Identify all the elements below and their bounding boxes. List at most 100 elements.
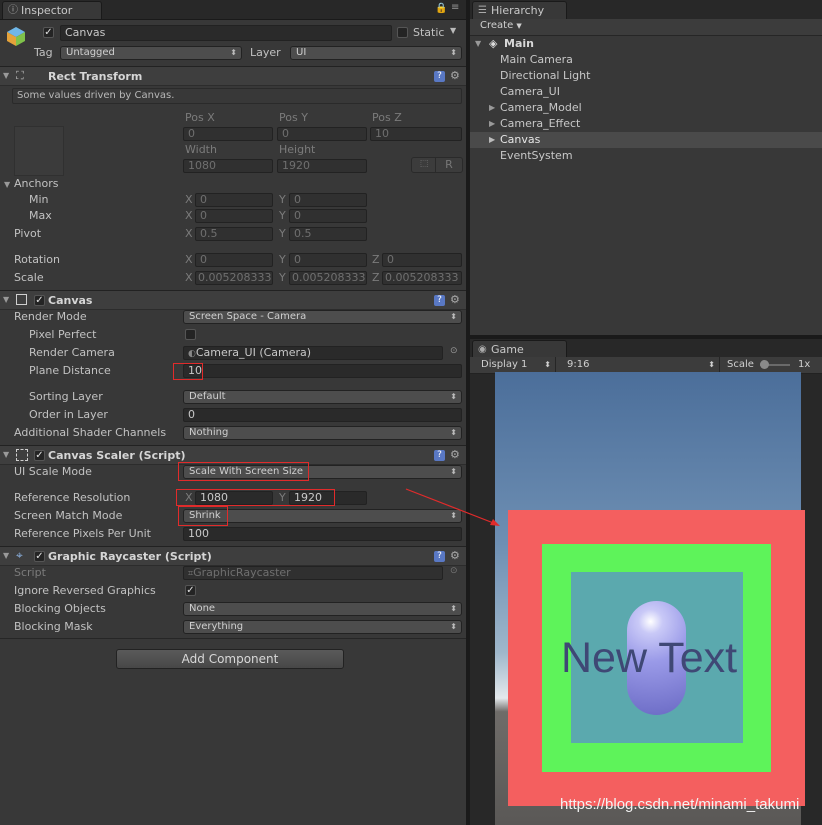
height-field[interactable]: 1920 [277, 159, 367, 173]
reference-ppu-label: Reference Pixels Per Unit [14, 527, 151, 540]
render-camera-field[interactable]: ◐Camera_UI (Camera) [183, 346, 443, 360]
plane-distance-field[interactable]: 10 [183, 364, 462, 378]
gear-icon[interactable]: ⚙ [450, 293, 460, 306]
axis-x-label: X [185, 193, 193, 206]
rect-transform-header[interactable]: ▼ ⛶ Rect Transform ? ⚙ [0, 66, 466, 86]
hierarchy-item-canvas[interactable]: Canvas [500, 133, 540, 146]
pivot-x-field[interactable]: 0.5 [195, 227, 273, 241]
rotation-z-field[interactable]: 0 [382, 253, 462, 267]
chevron-down-icon: ▼ [516, 22, 522, 30]
axis-y-label: Y [279, 253, 286, 266]
add-component-button[interactable]: Add Component [116, 649, 344, 669]
canvas-scaler-icon [16, 449, 28, 461]
tab-hierarchy[interactable]: ☰ Hierarchy [472, 1, 567, 19]
help-icon[interactable]: ? [434, 71, 445, 82]
min-x-field[interactable]: 0 [195, 193, 273, 207]
static-checkbox[interactable] [397, 27, 408, 38]
scene-name[interactable]: Main [504, 37, 534, 50]
static-dropdown-icon[interactable]: ▼ [450, 26, 456, 35]
display-dropdown[interactable]: Display 1 ⬍ [470, 357, 556, 372]
hierarchy-item-main-camera[interactable]: Main Camera [500, 53, 573, 66]
tab-inspector[interactable]: ⓘ Inspector [2, 1, 102, 19]
pos-x-field[interactable]: 0 [183, 127, 273, 141]
shader-channels-dropdown[interactable]: Nothing ⬍ [183, 426, 462, 440]
gear-icon[interactable]: ⚙ [450, 69, 460, 82]
sorting-layer-dropdown[interactable]: Default ⬍ [183, 390, 462, 404]
scale-x-field[interactable]: 0.005208333 [195, 271, 273, 285]
max-y-field[interactable]: 0 [289, 209, 367, 223]
max-x-field[interactable]: 0 [195, 209, 273, 223]
raycaster-enabled-checkbox[interactable]: ✓ [34, 551, 45, 562]
menu-icon[interactable]: ≡ [451, 2, 459, 13]
gear-icon[interactable]: ⚙ [450, 448, 460, 461]
pos-z-field[interactable]: 10 [370, 127, 462, 141]
help-icon[interactable]: ? [434, 551, 445, 562]
scale-value: 1x [798, 359, 811, 370]
canvas-scaler-enabled-checkbox[interactable]: ✓ [34, 450, 45, 461]
tab-game[interactable]: ◉ Game [472, 340, 567, 358]
min-y-field[interactable]: 0 [289, 193, 367, 207]
raw-edit-button[interactable]: R [435, 157, 463, 173]
expand-arrow-icon[interactable]: ▶ [489, 119, 495, 128]
expand-arrow-icon[interactable]: ▶ [489, 135, 495, 144]
foldout-arrow-icon[interactable]: ▼ [3, 551, 9, 560]
hierarchy-item-camera-ui[interactable]: Camera_UI [500, 85, 560, 98]
help-icon[interactable]: ? [434, 295, 445, 306]
game-view-render[interactable]: New Text [495, 372, 805, 825]
axis-y-label: Y [279, 227, 286, 240]
foldout-arrow-icon[interactable]: ▼ [3, 450, 9, 459]
hierarchy-item-camera-model[interactable]: Camera_Model [500, 101, 582, 114]
blueprint-mode-button[interactable]: ⬚ [411, 157, 437, 173]
pixel-perfect-checkbox[interactable] [185, 329, 196, 340]
scale-y-field[interactable]: 0.005208333 [289, 271, 367, 285]
highlight-reference-resolution [176, 489, 335, 506]
ignore-reversed-checkbox[interactable]: ✓ [185, 585, 196, 596]
foldout-arrow-icon[interactable]: ▼ [3, 71, 9, 80]
render-mode-dropdown[interactable]: Screen Space - Camera ⬍ [183, 310, 462, 324]
canvas-enabled-checkbox[interactable]: ✓ [34, 295, 45, 306]
canvas-header[interactable]: ▼ ✓ Canvas ? ⚙ [0, 290, 466, 310]
render-mode-label: Render Mode [14, 310, 87, 323]
foldout-arrow-icon[interactable]: ▼ [3, 295, 9, 304]
driven-note: Some values driven by Canvas. [12, 88, 462, 104]
anchors-label: Anchors [14, 177, 59, 190]
width-field[interactable]: 1080 [183, 159, 273, 173]
game-tabbar: ◉ Game [470, 339, 822, 359]
hierarchy-item-camera-effect[interactable]: Camera_Effect [500, 117, 580, 130]
highlight-screen-match-mode [178, 506, 228, 526]
pos-y-field[interactable]: 0 [277, 127, 367, 141]
active-checkbox[interactable]: ✓ [43, 27, 54, 38]
layer-dropdown[interactable]: UI ⬍ [290, 46, 462, 60]
object-name-input[interactable]: Canvas [60, 25, 392, 41]
aspect-dropdown[interactable]: 9:16 ⬍ [556, 357, 720, 372]
axis-z-label: Z [372, 271, 380, 284]
anchors-foldout-icon[interactable]: ▼ [4, 180, 10, 189]
pos-x-label: Pos X [185, 111, 215, 124]
object-picker-icon[interactable]: ⊙ [450, 346, 458, 356]
blocking-mask-dropdown[interactable]: Everything ⬍ [183, 620, 462, 634]
anchor-presets-button[interactable] [14, 126, 64, 176]
help-icon[interactable]: ? [434, 450, 445, 461]
canvas-scaler-title: Canvas Scaler (Script) [48, 449, 186, 462]
create-dropdown[interactable]: Create ▼ [480, 20, 522, 31]
scene-foldout-icon[interactable]: ▼ [475, 39, 481, 48]
scale-z-field[interactable]: 0.005208333 [382, 271, 462, 285]
blocking-objects-dropdown[interactable]: None ⬍ [183, 602, 462, 616]
graphic-raycaster-header[interactable]: ▼ ⌖ ✓ Graphic Raycaster (Script) ? ⚙ [0, 546, 466, 566]
order-in-layer-field[interactable]: 0 [183, 408, 462, 422]
info-icon: ⓘ [8, 5, 18, 16]
order-in-layer-label: Order in Layer [29, 408, 108, 421]
axis-y-label: Y [279, 209, 286, 222]
pivot-y-field[interactable]: 0.5 [289, 227, 367, 241]
gear-icon[interactable]: ⚙ [450, 549, 460, 562]
tag-dropdown[interactable]: Untagged ⬍ [60, 46, 242, 60]
hierarchy-item-directional-light[interactable]: Directional Light [500, 69, 590, 82]
hierarchy-item-event-system[interactable]: EventSystem [500, 149, 573, 162]
lock-icon[interactable]: 🔒 [435, 3, 447, 14]
rotation-y-field[interactable]: 0 [289, 253, 367, 267]
canvas-icon [16, 294, 27, 305]
scale-slider-thumb[interactable] [760, 360, 769, 369]
expand-arrow-icon[interactable]: ▶ [489, 103, 495, 112]
rotation-x-field[interactable]: 0 [195, 253, 273, 267]
updown-icon: ⬍ [450, 467, 457, 476]
